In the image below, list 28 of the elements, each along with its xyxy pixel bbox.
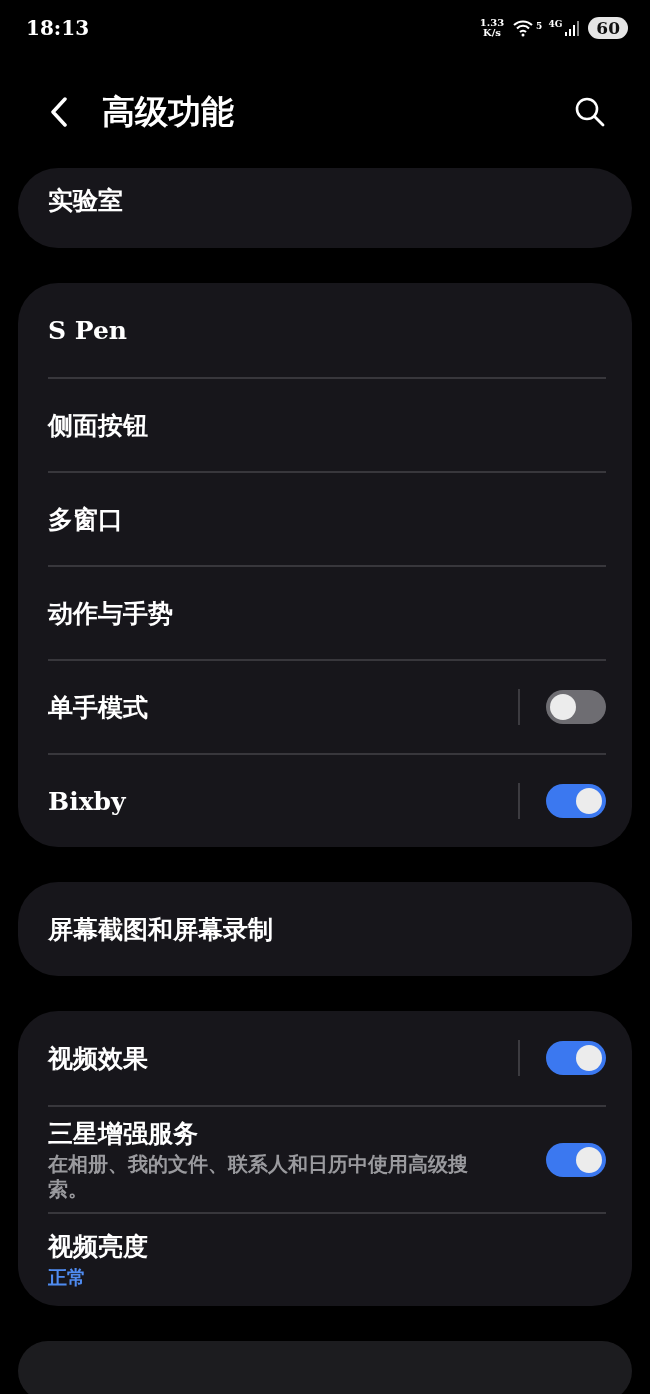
- setting-label[interactable]: 侧面按钮: [48, 408, 606, 442]
- setting-label[interactable]: 三星增强服务: [48, 1117, 546, 1150]
- back-icon[interactable]: [50, 97, 68, 127]
- toggle-switch[interactable]: [546, 1041, 606, 1075]
- setting-label[interactable]: S Pen: [48, 315, 606, 345]
- search-icon[interactable]: [574, 96, 606, 128]
- page-title: 高级功能: [102, 90, 235, 133]
- network-speed: 1.33: [479, 18, 505, 28]
- wifi-icon: [513, 19, 534, 37]
- setting-label[interactable]: 视频亮度: [48, 1229, 606, 1263]
- setting-label[interactable]: 动作与手势: [48, 596, 606, 630]
- setting-value: 正常: [48, 1264, 87, 1290]
- toggle-switch[interactable]: [546, 690, 606, 724]
- setting-label[interactable]: 实验室: [48, 184, 606, 217]
- battery-indicator: 60: [588, 17, 628, 39]
- setting-label[interactable]: Bixby: [48, 786, 518, 816]
- status-time: 18:13: [26, 16, 90, 40]
- setting-label[interactable]: 视频效果: [48, 1041, 518, 1075]
- wifi-label: 5: [536, 21, 543, 31]
- signal-icon: [565, 20, 580, 36]
- network-speed-unit: K/s: [482, 28, 501, 38]
- setting-label[interactable]: 单手模式: [48, 690, 518, 724]
- setting-description: 在相册、我的文件、联系人和日历中使用高级搜索。: [48, 1152, 468, 1202]
- network-type: 4G: [548, 19, 563, 29]
- toggle-switch[interactable]: [546, 1142, 606, 1177]
- toggle-switch[interactable]: [546, 784, 606, 818]
- setting-label[interactable]: 屏幕截图和屏幕录制: [48, 912, 606, 946]
- setting-label[interactable]: 多窗口: [48, 502, 606, 536]
